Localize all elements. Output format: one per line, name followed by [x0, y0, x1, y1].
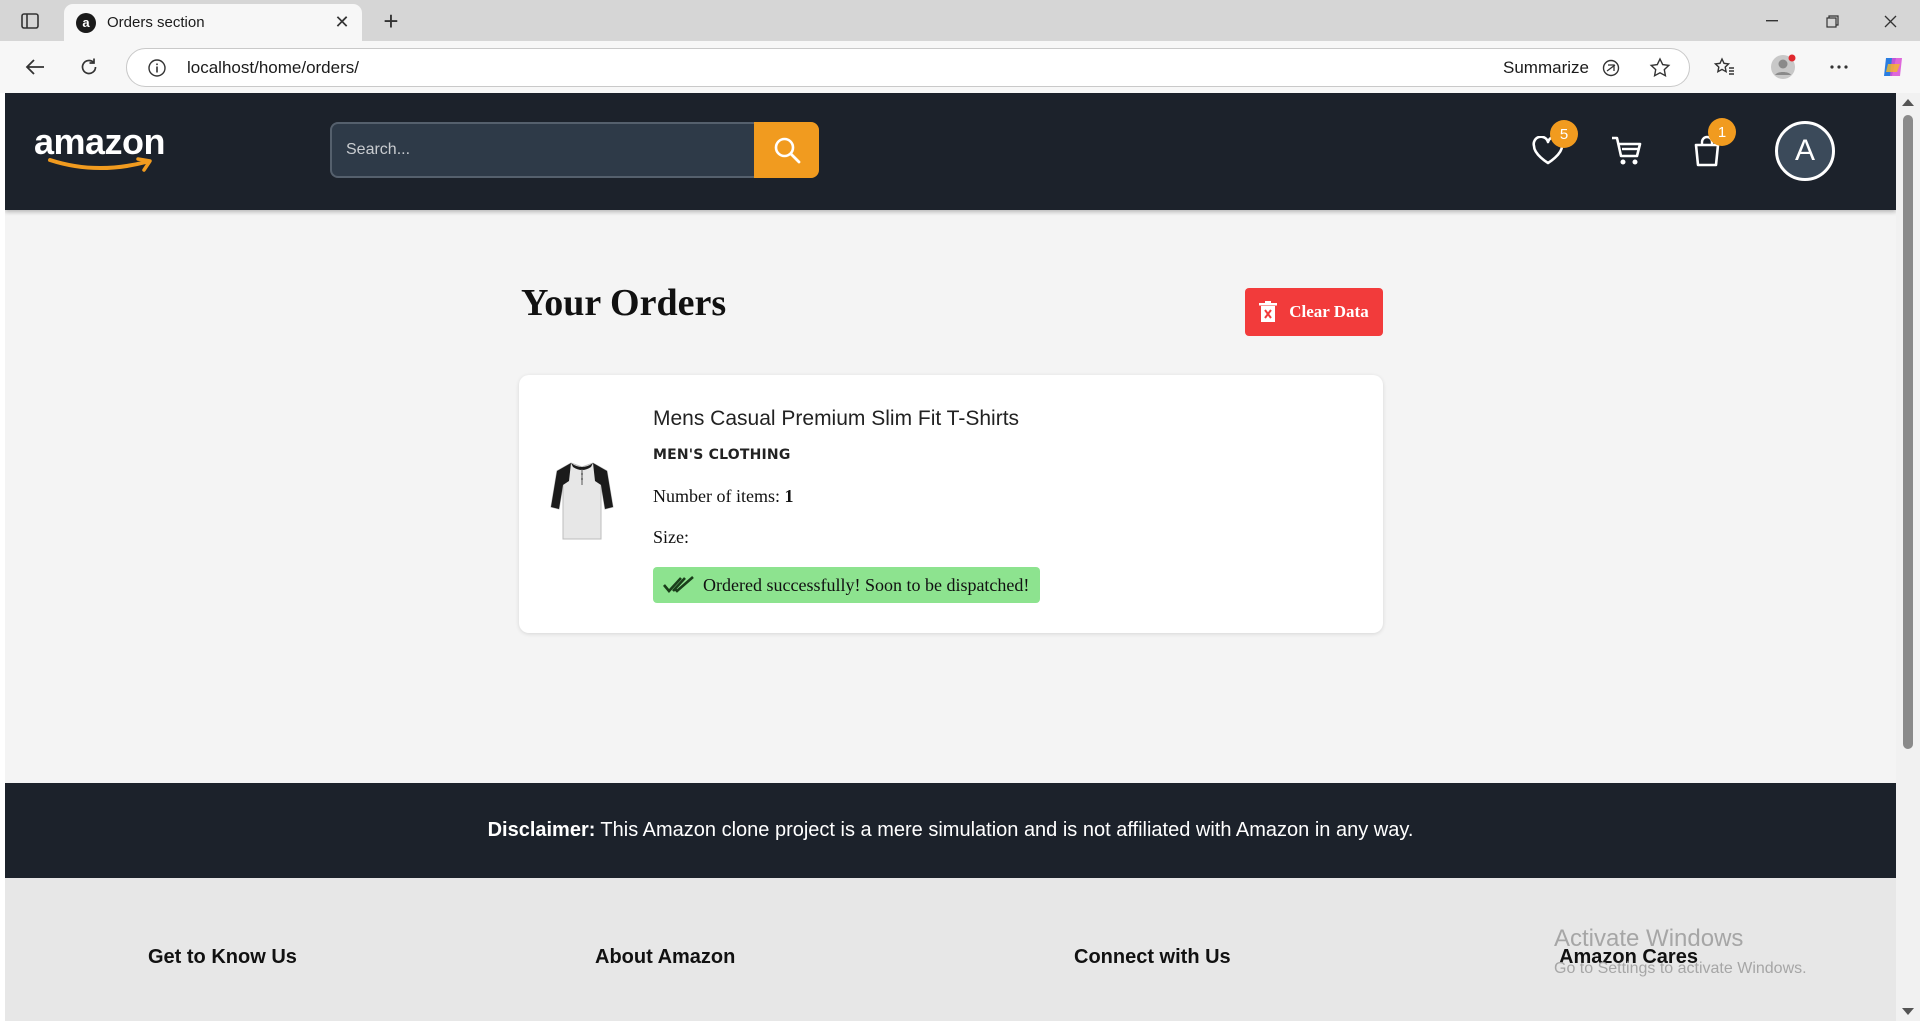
summarize-icon[interactable]	[1601, 58, 1621, 78]
scrollbar-thumb[interactable]	[1903, 115, 1913, 749]
trash-icon	[1259, 301, 1278, 322]
clear-data-label: Clear Data	[1289, 302, 1369, 321]
amazon-favicon-icon: a	[76, 12, 96, 33]
star-icon[interactable]	[1649, 57, 1671, 79]
clear-data-button[interactable]: Clear Data	[1245, 288, 1383, 336]
scroll-down-arrow-icon[interactable]	[1902, 1008, 1914, 1015]
windows-activation-subtitle: Go to Settings to activate Windows.	[1554, 960, 1807, 977]
order-status-text: Ordered successfully! Soon to be dispatc…	[703, 574, 1030, 595]
product-image	[547, 455, 617, 545]
page-content: amazon 5 1 A Your Orders Clear Data	[5, 93, 1896, 1021]
double-check-icon	[663, 576, 694, 593]
footer-heading-get-to-know-us: Get to Know Us	[148, 946, 297, 968]
address-bar[interactable]: localhost/home/orders/ Summarize	[126, 48, 1690, 87]
product-title[interactable]: Mens Casual Premium Slim Fit T-Shirts	[653, 407, 1019, 431]
page-scrollbar[interactable]	[1896, 93, 1920, 1021]
profile-icon[interactable]	[1768, 52, 1798, 82]
user-avatar[interactable]: A	[1775, 121, 1835, 181]
amazon-logo[interactable]: amazon	[34, 121, 184, 172]
disclaimer-text: This Amazon clone project is a mere simu…	[600, 819, 1414, 841]
footer-heading-connect-with-us: Connect with Us	[1074, 946, 1231, 968]
favorites-icon[interactable]	[1709, 52, 1739, 82]
search-input[interactable]	[332, 124, 754, 176]
restore-button[interactable]	[1812, 8, 1852, 34]
page-title: Your Orders	[521, 282, 727, 324]
product-category: MEN'S CLOTHING	[653, 447, 791, 463]
product-size-label: Size:	[653, 527, 689, 547]
browser-tab[interactable]: a Orders section ✕	[64, 4, 362, 41]
minimize-button[interactable]	[1752, 8, 1792, 34]
close-window-button[interactable]	[1870, 8, 1910, 34]
logo-text: amazon	[34, 121, 166, 162]
summarize-button[interactable]: Summarize	[1503, 58, 1589, 78]
wishlist-count-badge: 5	[1550, 120, 1578, 148]
order-status-badge: Ordered successfully! Soon to be dispatc…	[653, 567, 1041, 603]
search-box[interactable]	[330, 122, 754, 178]
browser-tab-bar: a Orders section ✕ +	[0, 0, 1920, 41]
more-options-icon[interactable]	[1824, 52, 1854, 82]
quantity-value: 1	[784, 486, 794, 506]
site-header: amazon 5 1 A	[5, 93, 1896, 210]
cart-button[interactable]	[1607, 133, 1647, 169]
back-arrow-icon[interactable]	[20, 52, 50, 82]
tab-title: Orders section	[107, 14, 205, 31]
scroll-up-arrow-icon[interactable]	[1902, 99, 1914, 106]
smile-arrow-icon	[48, 157, 152, 172]
orders-count-badge: 1	[1708, 118, 1736, 146]
site-info-icon[interactable]	[147, 58, 167, 78]
disclaimer-banner: Disclaimer: This Amazon clone project is…	[5, 783, 1896, 878]
footer-heading-about-amazon: About Amazon	[595, 946, 736, 968]
reload-icon[interactable]	[74, 52, 104, 82]
url-text[interactable]: localhost/home/orders/	[187, 58, 359, 78]
cart-icon	[1612, 136, 1642, 165]
windows-activation-title: Activate Windows	[1554, 925, 1744, 952]
new-tab-button[interactable]: +	[378, 6, 404, 36]
order-card: Mens Casual Premium Slim Fit T-Shirts ME…	[519, 375, 1383, 633]
close-tab-icon[interactable]: ✕	[332, 12, 352, 33]
search-icon	[774, 137, 800, 164]
product-quantity: Number of items: 1	[653, 486, 793, 507]
quantity-label: Number of items:	[653, 486, 780, 506]
search-button[interactable]	[754, 122, 819, 178]
disclaimer-label: Disclaimer:	[487, 819, 596, 841]
copilot-icon[interactable]	[1878, 52, 1908, 82]
sidebar-toggle-icon[interactable]	[14, 9, 46, 33]
